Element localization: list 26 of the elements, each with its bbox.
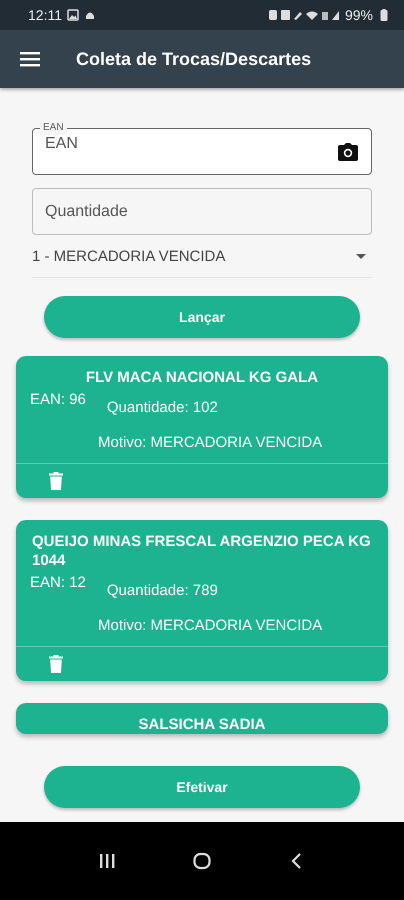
delete-icon[interactable] bbox=[49, 472, 63, 490]
item-name: QUEIJO MINAS FRESCAL ARGENZIO PECA KG 1044 bbox=[32, 532, 372, 570]
battery-level-text: 99% bbox=[344, 7, 373, 23]
camera-icon[interactable] bbox=[338, 143, 358, 161]
home-icon[interactable] bbox=[192, 852, 211, 870]
item-name: FLV MACA NACIONAL KG GALA bbox=[86, 368, 318, 387]
item-quantity: Quantidade: 789 bbox=[106, 582, 218, 599]
quantity-field[interactable]: Quantidade bbox=[32, 188, 372, 235]
image-icon bbox=[67, 9, 79, 21]
submit-button[interactable]: Lançar bbox=[44, 296, 360, 338]
status-time: 12:11 bbox=[28, 7, 62, 23]
confirm-button[interactable]: Efetivar bbox=[44, 766, 360, 808]
item-ean: EAN: 96 bbox=[30, 391, 86, 410]
battery-icon bbox=[378, 9, 390, 21]
delete-icon[interactable] bbox=[49, 655, 63, 673]
caret-icon bbox=[356, 254, 366, 258]
item-quantity: Quantidade: 102 bbox=[106, 399, 218, 416]
field-label: EAN bbox=[40, 121, 67, 135]
item-reason: Motivo: MERCADORIA VENCIDA bbox=[98, 434, 324, 451]
item-name: SALSICHA SADIA bbox=[138, 715, 266, 734]
app-title: Coleta de Trocas/Descartes bbox=[76, 48, 312, 70]
menu-icon[interactable] bbox=[20, 51, 40, 67]
item-reason: Motivo: MERCADORIA VENCIDA bbox=[98, 617, 324, 634]
reason-dropdown[interactable]: 1 - MERCADORIA VENCIDA bbox=[32, 235, 372, 278]
recent-apps-icon[interactable] bbox=[98, 852, 116, 870]
item-ean: EAN: 12 bbox=[30, 574, 86, 593]
